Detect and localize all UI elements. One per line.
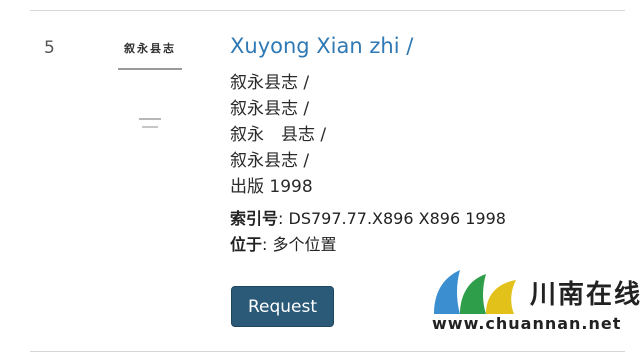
location-field: 位于: 多个位置 bbox=[230, 231, 337, 255]
watermark-url: www.chuannan.net bbox=[432, 314, 622, 333]
location-value: : 多个位置 bbox=[262, 235, 337, 254]
call-number-value: : DS797.77.X896 X896 1998 bbox=[278, 209, 506, 228]
call-number-label: 索引号 bbox=[230, 209, 279, 228]
watermark-name: 川南在线 bbox=[530, 280, 640, 310]
cover-publisher-line bbox=[139, 118, 161, 120]
alt-title-4: 叙永县志 / bbox=[230, 151, 310, 171]
result-index: 5 bbox=[44, 38, 55, 58]
divider-bottom bbox=[30, 351, 625, 352]
alt-title-2: 叙永县志 / bbox=[230, 99, 310, 119]
call-number-field: 索引号: DS797.77.X896 X896 1998 bbox=[230, 205, 506, 229]
cover-year-line bbox=[142, 126, 158, 128]
alt-title-1: 叙永县志 / bbox=[230, 73, 310, 93]
result-title-link[interactable]: Xuyong Xian zhi / bbox=[230, 34, 413, 58]
alt-title-3: 叙永 县志 / bbox=[230, 125, 327, 145]
cover-title: 叙永县志 bbox=[124, 42, 176, 55]
divider-top bbox=[30, 10, 625, 11]
request-button[interactable]: Request bbox=[231, 286, 334, 327]
book-cover-thumbnail[interactable]: 叙永县志 bbox=[112, 40, 188, 140]
publication-info: 出版 1998 bbox=[230, 177, 313, 197]
watermark: 川南在线 www.chuannan.net bbox=[430, 268, 640, 338]
location-label: 位于 bbox=[230, 235, 263, 254]
chuannan-logo-icon bbox=[434, 270, 516, 314]
cover-subtitle-line bbox=[118, 68, 182, 70]
